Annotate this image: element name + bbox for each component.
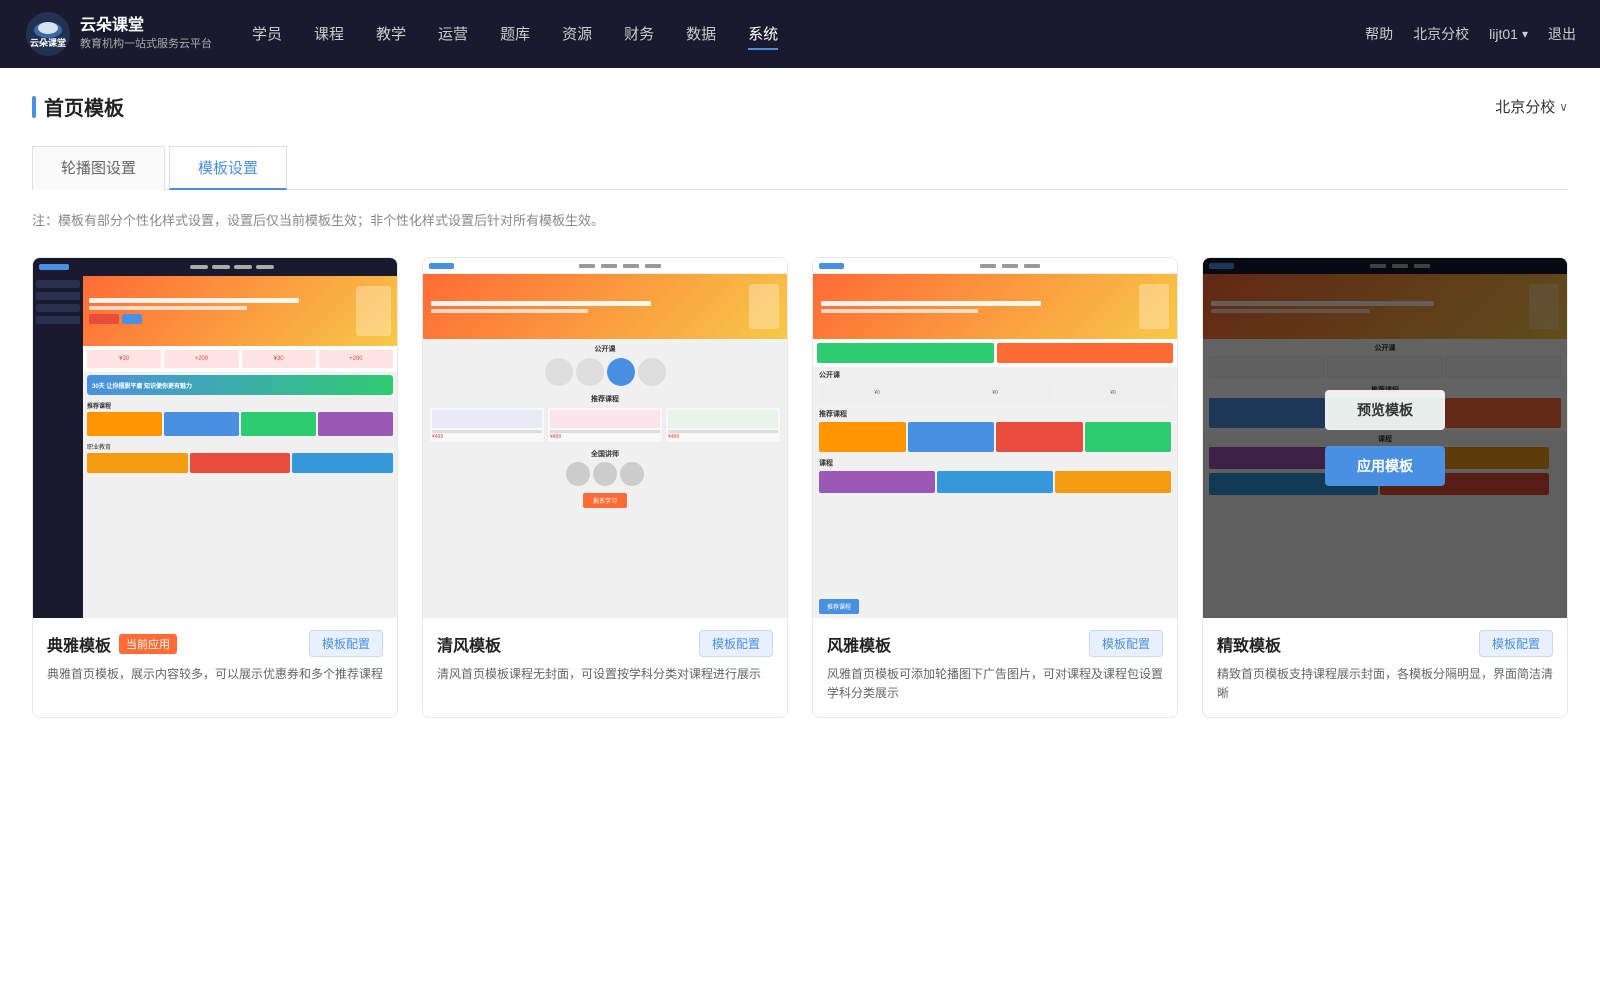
- template-preview-fengya: 公开课 ¥0 ¥0 ¥0 推荐课程: [813, 258, 1177, 618]
- navbar-right: 帮助 北京分校 lijt01 退出: [1365, 24, 1576, 44]
- page-content: 首页模板 北京分校 轮播图设置 模板设置 注：模板有部分个性化样式设置，设置后仅…: [0, 68, 1600, 990]
- svg-text:云朵课堂: 云朵课堂: [30, 37, 66, 48]
- template-info-qingfeng: 清风模板 模板配置 清风首页模板课程无封面，可设置按学科分类对课程进行展示: [423, 618, 787, 698]
- nav-item-data[interactable]: 数据: [686, 19, 716, 50]
- template-preview-dianyu: ¥30 +200 ¥30 +200 30天 让你摆脱平庸 知识便你更有魅力: [33, 258, 397, 618]
- logout-button[interactable]: 退出: [1548, 24, 1576, 44]
- tab-template[interactable]: 模板设置: [169, 146, 287, 190]
- badge-current-1: 当前应用: [119, 634, 177, 654]
- config-btn-1[interactable]: 模板配置: [309, 630, 383, 657]
- config-btn-4[interactable]: 模板配置: [1479, 630, 1553, 657]
- template-name-3: 风雅模板: [827, 632, 891, 656]
- apply-button[interactable]: 应用模板: [1325, 446, 1445, 486]
- user-dropdown[interactable]: lijt01: [1489, 26, 1528, 42]
- template-card-dianyu: ¥30 +200 ¥30 +200 30天 让你摆脱平庸 知识便你更有魅力: [32, 257, 398, 718]
- nav-item-students[interactable]: 学员: [252, 19, 282, 50]
- nav-item-operations[interactable]: 运营: [438, 19, 468, 50]
- page-title-wrap: 首页模板: [32, 92, 124, 121]
- navbar-menu: 学员 课程 教学 运营 题库 资源 财务 数据 系统: [252, 19, 1365, 50]
- config-btn-3[interactable]: 模板配置: [1089, 630, 1163, 657]
- template-info-dianyu: 典雅模板 当前应用 模板配置 典雅首页模板，展示内容较多，可以展示优惠券和多个推…: [33, 618, 397, 698]
- template-info-fengya: 风雅模板 模板配置 风雅首页模板可添加轮播图下广告图片，可对课程及课程包设置学科…: [813, 618, 1177, 717]
- template-overlay-jingzhi: 预览模板 应用模板: [1203, 258, 1567, 618]
- nav-item-finance[interactable]: 财务: [624, 19, 654, 50]
- template-name-row-4: 精致模板 模板配置: [1217, 630, 1553, 657]
- template-desc-1: 典雅首页模板，展示内容较多，可以展示优惠券和多个推荐课程: [47, 665, 383, 684]
- template-preview-jingzhi: 公开课 推荐课程: [1203, 258, 1567, 618]
- template-card-fengya: 公开课 ¥0 ¥0 ¥0 推荐课程: [812, 257, 1178, 718]
- preview-mock-1: ¥30 +200 ¥30 +200 30天 让你摆脱平庸 知识便你更有魅力: [33, 258, 397, 618]
- preview-mock-3: 公开课 ¥0 ¥0 ¥0 推荐课程: [813, 258, 1177, 618]
- navbar: 云朵课堂 云朵课堂 教育机构一站式服务云平台 学员 课程 教学 运营 题库 资源…: [0, 0, 1600, 68]
- logo-sub: 教育机构一站式服务云平台: [80, 37, 212, 51]
- logo-icon: 云朵课堂: [24, 10, 72, 58]
- help-link[interactable]: 帮助: [1365, 24, 1393, 44]
- nav-item-system[interactable]: 系统: [748, 19, 778, 50]
- template-name-row-2: 清风模板 模板配置: [437, 630, 773, 657]
- branch-selector[interactable]: 北京分校: [1495, 96, 1568, 117]
- nav-item-courses[interactable]: 课程: [314, 19, 344, 50]
- logo-main: 云朵课堂: [80, 16, 212, 37]
- page-title-bar: [32, 96, 36, 118]
- nav-item-questions[interactable]: 题库: [500, 19, 530, 50]
- template-name-2: 清风模板: [437, 632, 501, 656]
- template-desc-2: 清风首页模板课程无封面，可设置按学科分类对课程进行展示: [437, 665, 773, 684]
- template-name-1: 典雅模板: [47, 632, 111, 656]
- preview-button[interactable]: 预览模板: [1325, 390, 1445, 430]
- branch-name[interactable]: 北京分校: [1413, 24, 1469, 44]
- template-info-jingzhi: 精致模板 模板配置 精致首页模板支持课程展示封面，各模板分隔明显，界面简洁清晰: [1203, 618, 1567, 717]
- tab-carousel[interactable]: 轮播图设置: [32, 146, 165, 190]
- template-name-4: 精致模板: [1217, 632, 1281, 656]
- nav-item-resources[interactable]: 资源: [562, 19, 592, 50]
- page-title: 首页模板: [44, 92, 124, 121]
- template-preview-qingfeng: 公开课 推荐课程: [423, 258, 787, 618]
- template-name-row-3: 风雅模板 模板配置: [827, 630, 1163, 657]
- tabs: 轮播图设置 模板设置: [32, 145, 1568, 190]
- note-text: 注：模板有部分个性化样式设置，设置后仅当前模板生效；非个性化样式设置后针对所有模…: [32, 210, 1568, 229]
- template-card-qingfeng: 公开课 推荐课程: [422, 257, 788, 718]
- nav-item-teaching[interactable]: 教学: [376, 19, 406, 50]
- logo: 云朵课堂 云朵课堂 教育机构一站式服务云平台: [24, 10, 212, 58]
- preview-mock-2: 公开课 推荐课程: [423, 258, 787, 618]
- template-desc-4: 精致首页模板支持课程展示封面，各模板分隔明显，界面简洁清晰: [1217, 665, 1553, 703]
- config-btn-2[interactable]: 模板配置: [699, 630, 773, 657]
- template-grid: ¥30 +200 ¥30 +200 30天 让你摆脱平庸 知识便你更有魅力: [32, 257, 1568, 718]
- page-header: 首页模板 北京分校: [32, 92, 1568, 121]
- template-desc-3: 风雅首页模板可添加轮播图下广告图片，可对课程及课程包设置学科分类展示: [827, 665, 1163, 703]
- template-name-row-1: 典雅模板 当前应用 模板配置: [47, 630, 383, 657]
- template-card-jingzhi: 公开课 推荐课程: [1202, 257, 1568, 718]
